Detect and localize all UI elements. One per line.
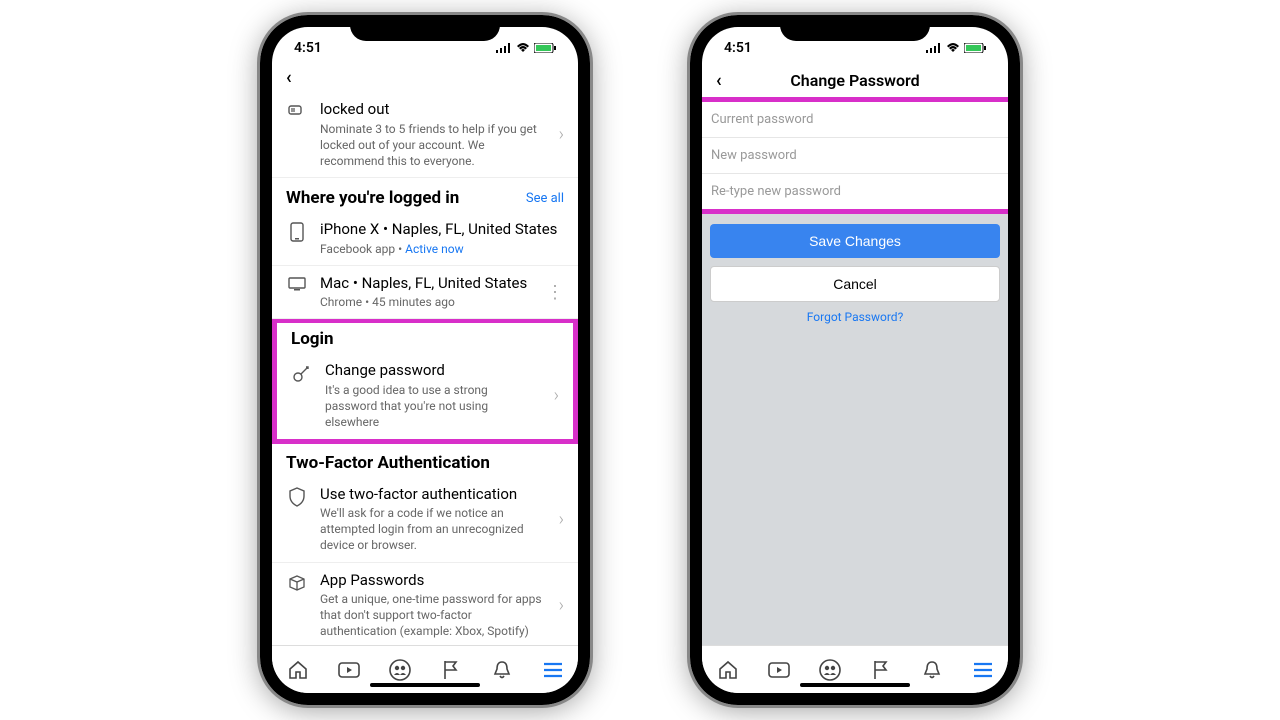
wifi-icon [946,43,960,53]
change-password-title: Change password [325,361,542,381]
section-where-logged-in: Where you're logged in See all [272,178,578,212]
wifi-icon [516,43,530,53]
forgot-password-link[interactable]: Forgot Password? [710,310,1000,324]
status-time: 4:51 [724,40,752,56]
use-2fa-row[interactable]: Use two-factor authentication We'll ask … [272,477,578,563]
use-2fa-title: Use two-factor authentication [320,485,547,505]
tab-flag[interactable] [869,658,893,682]
phone-frame-right: 4:51 ‹ Change Password Current password … [690,15,1020,705]
login-highlight-box: Login Change password It's a good idea t… [272,318,578,443]
empty-space [702,324,1008,645]
tab-groups[interactable] [818,658,842,682]
session1-title: iPhone X • Naples, FL, United States [320,220,564,240]
new-password-input[interactable]: New password [702,138,1008,174]
home-indicator[interactable] [370,683,480,687]
save-changes-button[interactable]: Save Changes [710,224,1000,258]
phone-device-icon [286,220,308,242]
tab-menu[interactable] [971,658,995,682]
password-inputs-highlight: Current password New password Re-type ne… [702,97,1008,214]
chevron-right-icon: › [559,595,564,616]
status-icons [926,43,986,53]
tab-menu[interactable] [541,658,565,682]
settings-scroll[interactable]: locked out Nominate 3 to 5 friends to he… [272,92,578,645]
battery-icon [964,43,986,53]
phone-frame-left: 4:51 ‹ locked out Nominate 3 to 5 friend… [260,15,590,705]
desktop-device-icon [286,274,308,292]
back-button[interactable]: ‹ [716,70,722,91]
nav-bar: ‹ Change Password [702,63,1008,97]
home-indicator[interactable] [800,683,910,687]
battery-icon [534,43,556,53]
tab-home[interactable] [286,658,310,682]
change-password-row[interactable]: Change password It's a good idea to use … [277,353,573,438]
current-password-input[interactable]: Current password [702,102,1008,138]
page-title: Change Password [790,71,919,90]
session-row-iphone[interactable]: iPhone X • Naples, FL, United States Fac… [272,212,578,266]
status-time: 4:51 [294,40,322,56]
more-dots-icon[interactable]: ⋮ [546,282,564,303]
section-title-where: Where you're logged in [286,188,459,208]
chevron-right-icon: › [559,124,564,145]
locked-out-row[interactable]: locked out Nominate 3 to 5 friends to he… [272,92,578,178]
chevron-right-icon: › [559,509,564,530]
key-icon [291,361,313,383]
tab-groups[interactable] [388,658,412,682]
use-2fa-sub: We'll ask for a code if we notice an att… [320,505,547,554]
tab-watch[interactable] [767,658,791,682]
see-all-link[interactable]: See all [526,191,564,206]
change-password-form: Current password New password Re-type ne… [702,97,1008,645]
notch [350,15,500,41]
session-row-mac[interactable]: Mac • Naples, FL, United States Chrome •… [272,266,578,320]
app-passwords-row[interactable]: App Passwords Get a unique, one-time pas… [272,563,578,645]
notch [780,15,930,41]
back-button[interactable]: ‹ [272,63,578,92]
tab-home[interactable] [716,658,740,682]
screen-left: 4:51 ‹ locked out Nominate 3 to 5 friend… [272,27,578,693]
tab-flag[interactable] [439,658,463,682]
friends-icon [286,100,308,118]
session2-sub: Chrome • 45 minutes ago [320,294,534,310]
retype-password-input[interactable]: Re-type new password [702,174,1008,209]
app-passwords-title: App Passwords [320,571,547,591]
section-title-2fa: Two-Factor Authentication [286,453,490,473]
section-title-login: Login [291,329,334,349]
shield-icon [286,485,308,507]
session1-sub: Facebook app • Active now [320,241,564,257]
cancel-button[interactable]: Cancel [710,266,1000,302]
box-icon [286,571,308,593]
locked-out-title: locked out [320,100,547,120]
section-login: Login [277,323,573,353]
chevron-right-icon: › [554,385,559,406]
status-icons [496,43,556,53]
signal-icon [926,43,942,53]
section-2fa: Two-Factor Authentication [272,443,578,477]
screen-right: 4:51 ‹ Change Password Current password … [702,27,1008,693]
tab-notifications[interactable] [490,658,514,682]
locked-out-sub: Nominate 3 to 5 friends to help if you g… [320,121,547,170]
change-password-sub: It's a good idea to use a strong passwor… [325,382,542,431]
session2-title: Mac • Naples, FL, United States [320,274,534,294]
signal-icon [496,43,512,53]
tab-notifications[interactable] [920,658,944,682]
app-passwords-sub: Get a unique, one-time password for apps… [320,591,547,640]
tab-watch[interactable] [337,658,361,682]
